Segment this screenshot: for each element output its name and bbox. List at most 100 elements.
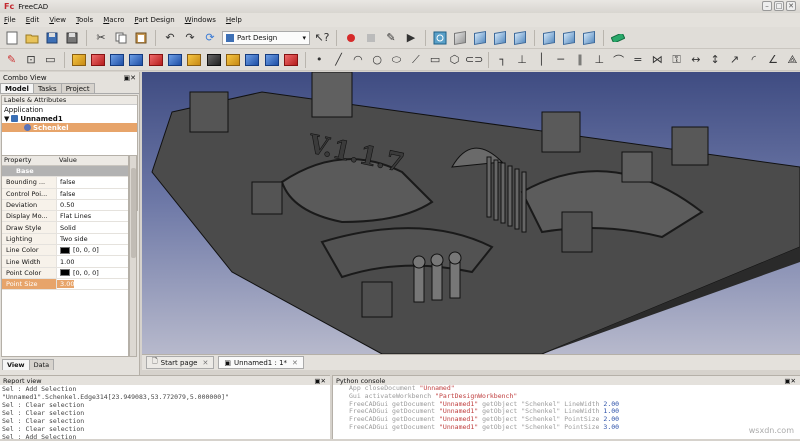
menu-edit[interactable]: Edit [26, 16, 40, 24]
menu-tools[interactable]: Tools [76, 16, 93, 24]
front-view-icon[interactable] [472, 30, 488, 46]
tree-item-body[interactable]: Schenkel [2, 123, 137, 132]
right-view-icon[interactable] [512, 30, 528, 46]
property-row[interactable]: Draw Style Solid [2, 222, 128, 234]
linear-pattern-icon[interactable] [225, 52, 241, 68]
tree-item-document[interactable]: ▼ Unnamed1 [2, 114, 137, 123]
expand-arrow-icon[interactable]: ▼ [4, 115, 9, 123]
minimize-button[interactable]: – [762, 1, 772, 11]
constraint-radius-icon[interactable]: ◜ [746, 52, 761, 68]
validate-sketch-icon[interactable]: ⊡ [23, 52, 38, 68]
undo-icon[interactable]: ↶ [162, 30, 178, 46]
macro-stop-icon[interactable] [363, 30, 379, 46]
property-row[interactable]: Point Color [0, 0, 0] [2, 267, 128, 279]
sketch-slot-icon[interactable]: ⊂⊃ [465, 52, 483, 68]
isometric-icon[interactable] [452, 30, 468, 46]
constraint-distance-x-icon[interactable]: ↔ [688, 52, 703, 68]
maximize-button[interactable]: □ [774, 1, 784, 11]
tab-data[interactable]: Data [28, 359, 55, 370]
save-as-icon[interactable] [64, 30, 80, 46]
panel-close-icon[interactable]: ▣✕ [784, 377, 796, 385]
paste-icon[interactable] [133, 30, 149, 46]
property-row[interactable]: Deviation 0.50 [2, 199, 128, 212]
save-icon[interactable] [44, 30, 60, 46]
constraint-perpendicular-icon[interactable]: ⊥ [592, 52, 607, 68]
constraint-tangent-icon[interactable]: ⌒ [611, 52, 626, 68]
scrollbar-thumb[interactable] [131, 168, 136, 258]
constraint-snell-icon[interactable]: ⟁ [785, 52, 800, 68]
constraint-vertical-icon[interactable]: │ [534, 52, 549, 68]
3d-viewport[interactable]: V.1.1.7 [142, 72, 800, 354]
sketch-line-icon[interactable]: ╱ [331, 52, 346, 68]
property-row[interactable]: Lighting Two side [2, 233, 128, 246]
redo-icon[interactable]: ↷ [182, 30, 198, 46]
property-row[interactable]: Line Width 1.00 [2, 256, 128, 268]
tab-start-page[interactable]: 🗋 Start page ✕ [146, 356, 215, 369]
constraint-symmetric-icon[interactable]: ⋈ [650, 52, 665, 68]
rear-view-icon[interactable] [541, 30, 557, 46]
fillet-icon[interactable] [148, 52, 163, 68]
property-scrollbar[interactable] [129, 155, 137, 357]
close-tab-icon[interactable]: ✕ [202, 359, 208, 367]
cut-icon[interactable]: ✂ [93, 30, 109, 46]
panel-close-icon[interactable]: ▣✕ [314, 377, 326, 385]
mirrored-icon[interactable] [206, 52, 221, 68]
sketch-hexagon-icon[interactable]: ⬡ [447, 52, 462, 68]
property-row-selected[interactable]: Point Size 3.00 [2, 278, 128, 291]
refresh-icon[interactable]: ⟳ [202, 30, 218, 46]
sketch-icon[interactable]: ✎ [4, 52, 19, 68]
property-row[interactable]: Control Poi... false [2, 188, 128, 200]
multi-transform-icon[interactable] [283, 52, 298, 68]
panel-close-icon[interactable]: ▣✕ [124, 74, 136, 82]
polar-pattern-icon[interactable] [245, 52, 260, 68]
tab-view[interactable]: View [2, 359, 30, 370]
menu-part-design[interactable]: Part Design [134, 16, 174, 24]
constraint-coincident-icon[interactable]: ┐ [495, 52, 510, 68]
sketch-circle-icon[interactable]: ○ [370, 52, 385, 68]
constraint-point-on-object-icon[interactable]: ⊥ [514, 52, 529, 68]
new-document-icon[interactable] [4, 30, 20, 46]
pocket-icon[interactable] [90, 52, 105, 68]
constraint-equal-icon[interactable]: = [630, 52, 645, 68]
close-tab-icon[interactable]: ✕ [292, 359, 298, 367]
close-button[interactable]: ✕ [786, 1, 796, 11]
color-swatch[interactable] [60, 269, 70, 277]
measure-icon[interactable] [610, 30, 626, 46]
menu-help[interactable]: Help [226, 16, 242, 24]
sketch-rectangle-icon[interactable]: ▭ [427, 52, 442, 68]
property-group-base[interactable]: Base [2, 166, 128, 178]
menu-view[interactable]: View [49, 16, 66, 24]
menu-file[interactable]: File [4, 16, 16, 24]
constraint-parallel-icon[interactable]: ∥ [572, 52, 587, 68]
tab-project[interactable]: Project [60, 83, 95, 93]
left-view-icon[interactable] [581, 30, 597, 46]
python-console[interactable]: Python console ▣✕ App closeDocument "Unn… [332, 375, 800, 439]
top-view-icon[interactable] [492, 30, 508, 46]
open-icon[interactable] [24, 30, 40, 46]
menu-windows[interactable]: Windows [185, 16, 216, 24]
chamfer-icon[interactable] [167, 52, 183, 68]
menu-macro[interactable]: Macro [103, 16, 124, 24]
constraint-angle-icon[interactable]: ∠ [765, 52, 780, 68]
tab-model[interactable]: Model [0, 83, 34, 93]
sketch-polyline-icon[interactable]: ⟋ [408, 52, 423, 68]
macro-run-icon[interactable]: ▶ [403, 30, 419, 46]
property-row[interactable]: Bounding ... false [2, 177, 128, 189]
property-row[interactable]: Display Mo... Flat Lines [2, 211, 128, 223]
macro-edit-icon[interactable]: ✎ [383, 30, 399, 46]
groove-icon[interactable] [129, 52, 144, 68]
scaled-icon[interactable] [264, 52, 279, 68]
constraint-distance-y-icon[interactable]: ↕ [707, 52, 722, 68]
tab-tasks[interactable]: Tasks [32, 83, 62, 93]
sketch-point-icon[interactable]: • [312, 52, 327, 68]
whats-this-icon[interactable]: ↖? [314, 30, 330, 46]
constraint-distance-icon[interactable]: ↗ [727, 52, 742, 68]
property-row[interactable]: Line Color [0, 0, 0] [2, 245, 128, 257]
tab-unnamed1[interactable]: ▣ Unnamed1 : 1* ✕ [218, 356, 304, 369]
constraint-horizontal-icon[interactable]: ─ [553, 52, 568, 68]
macro-record-icon[interactable] [343, 30, 359, 46]
revolution-icon[interactable] [110, 52, 125, 68]
copy-icon[interactable] [113, 30, 129, 46]
sketch-arc-icon[interactable]: ◠ [350, 52, 365, 68]
color-swatch[interactable] [60, 246, 70, 254]
